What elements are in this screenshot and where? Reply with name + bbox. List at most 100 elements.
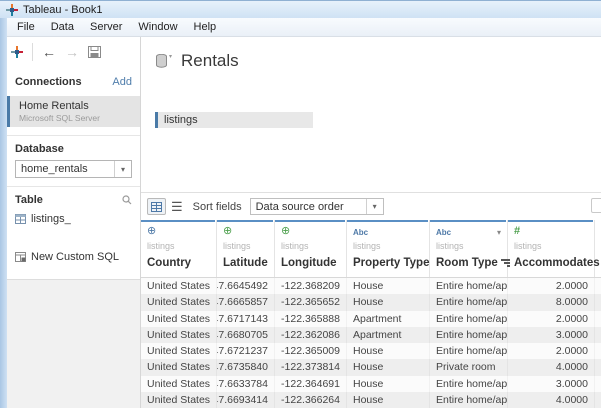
new-custom-sql-icon — [15, 252, 26, 262]
grid-cell: 47.6680705 — [217, 327, 275, 343]
connection-name: Home Rentals — [19, 100, 140, 112]
table-row: United States 47.6665857 -122.365652 Hou… — [141, 294, 601, 310]
string-type-icon: Abc — [353, 229, 368, 237]
number-type-icon: # — [514, 226, 520, 237]
column-header-country[interactable]: ⊕ listings Country — [141, 220, 217, 277]
sort-fields-label: Sort fields — [193, 201, 242, 213]
table-row: United States 47.6717143 -122.365888 Apa… — [141, 311, 601, 327]
column-table-name: listings — [514, 238, 588, 254]
grid-toolbar: ☰ Sort fields Data source order ▾ — [141, 193, 601, 220]
string-type-icon: Abc — [436, 229, 451, 237]
sidebar-item-listings[interactable]: listings_ — [7, 209, 140, 229]
grid-cell: Entire home/apt — [430, 392, 508, 408]
data-grid-pane: ☰ Sort fields Data source order ▾ ⊕ list… — [141, 192, 601, 408]
connections-sidebar: ← → Connections Add Home Rentals Microso… — [7, 37, 141, 408]
table-row: United States 47.6693414 -122.366264 Hou… — [141, 392, 601, 408]
rows-count-box-partial[interactable] — [591, 198, 601, 213]
database-selected-value: home_rentals — [16, 163, 114, 175]
column-header-latitude[interactable]: ⊕ listings Latitude — [217, 220, 275, 277]
grid-cell: -122.365652 — [275, 294, 347, 310]
grid-view-button[interactable] — [147, 198, 166, 215]
table-row: United States 47.6645492 -122.368209 Hou… — [141, 278, 601, 294]
datasource-page: ▾ Rentals listings ☰ Sort fi — [141, 37, 601, 408]
grid-cell: 47.6717143 — [217, 311, 275, 327]
grid-cell: House — [347, 359, 430, 375]
grid-cell: Apartment — [347, 327, 430, 343]
datasource-title[interactable]: Rentals — [181, 51, 239, 71]
sidebar-empty-area — [7, 279, 140, 408]
grid-cell: 2.0000 — [508, 278, 595, 294]
table-pill-label: listings — [158, 114, 198, 126]
column-name: Room Type — [436, 257, 498, 269]
grid-cell: House — [347, 392, 430, 408]
connection-subtitle: Microsoft SQL Server — [19, 113, 140, 123]
sort-order-select[interactable]: Data source order ▾ — [250, 198, 384, 215]
table-row: United States 47.6680705 -122.362086 Apa… — [141, 327, 601, 343]
save-icon[interactable] — [88, 46, 101, 58]
sidebar-item-label: listings_ — [31, 213, 71, 225]
tableau-logo-icon[interactable] — [11, 46, 23, 58]
join-canvas: listings — [141, 71, 601, 192]
grid-cell: United States — [141, 278, 217, 294]
grid-cell: 47.6645492 — [217, 278, 275, 294]
sort-order-value: Data source order — [251, 201, 366, 213]
grid-cell: -122.364691 — [275, 376, 347, 392]
table-pill-listings[interactable]: listings — [155, 112, 313, 128]
geographic-role-icon: ⊕ — [147, 226, 156, 237]
column-menu-caret-icon[interactable]: ▾ — [497, 229, 501, 237]
menu-window[interactable]: Window — [130, 19, 185, 35]
grid-cell: -122.365888 — [275, 311, 347, 327]
column-name: Latitude — [223, 257, 268, 269]
sidebar-toolbar: ← → — [7, 37, 140, 67]
metadata-view-button[interactable]: ☰ — [171, 200, 183, 213]
geographic-role-icon: ⊕ — [281, 226, 290, 237]
grid-cell: Apartment — [347, 311, 430, 327]
column-header-accommodates[interactable]: # listings Accommodates — [508, 220, 595, 277]
window-title: Tableau - Book1 — [23, 4, 103, 16]
toolbar-separator — [32, 43, 33, 61]
grid-cell: United States — [141, 327, 217, 343]
grid-cell: 3.0000 — [508, 327, 595, 343]
grid-cell: House — [347, 343, 430, 359]
grid-cell: Entire home/apt — [430, 311, 508, 327]
grid-cell: 4.0000 — [508, 359, 595, 375]
new-custom-sql-button[interactable]: New Custom SQL — [7, 247, 140, 267]
grid-cell: United States — [141, 294, 217, 310]
forward-arrow-icon[interactable]: → — [65, 45, 79, 59]
add-connection-link[interactable]: Add — [112, 76, 132, 88]
grid-cell: Entire home/apt — [430, 278, 508, 294]
database-header: Database — [7, 136, 140, 159]
database-select[interactable]: home_rentals ▾ — [15, 160, 132, 178]
column-table-name: listings — [147, 238, 210, 254]
column-header-property-type[interactable]: Abc listings Property Type — [347, 220, 430, 277]
geographic-role-icon: ⊕ — [223, 226, 232, 237]
menu-server[interactable]: Server — [82, 19, 130, 35]
grid-cell: Private room — [430, 359, 508, 375]
menu-help[interactable]: Help — [186, 19, 225, 35]
title-bar: Tableau - Book1 — [0, 0, 601, 18]
column-name: Country — [147, 257, 191, 269]
grid-cell: United States — [141, 359, 217, 375]
column-name: Longitude — [281, 257, 337, 269]
grid-cell: United States — [141, 392, 217, 408]
datasource-icon[interactable]: ▾ — [156, 54, 172, 68]
grid-cell: 47.6721237 — [217, 343, 275, 359]
tableau-logo-icon — [6, 4, 18, 16]
menu-data[interactable]: Data — [43, 19, 82, 35]
grid-cell: 2.0000 — [508, 343, 595, 359]
table-row: United States 47.6721237 -122.365009 Hou… — [141, 343, 601, 359]
back-arrow-icon[interactable]: ← — [42, 45, 56, 59]
menu-file[interactable]: File — [9, 19, 43, 35]
search-icon[interactable] — [122, 195, 132, 205]
grid-header-row: ⊕ listings Country ⊕ listings Latitude ⊕… — [141, 220, 601, 278]
connection-item-home-rentals[interactable]: Home Rentals Microsoft SQL Server — [7, 96, 140, 127]
grid-cell: Entire home/apt — [430, 327, 508, 343]
column-header-longitude[interactable]: ⊕ listings Longitude — [275, 220, 347, 277]
column-header-room-type[interactable]: Abc ▾ listings Room Type — [430, 220, 508, 277]
grid-cell: -122.366264 — [275, 392, 347, 408]
table-header: Table — [15, 194, 43, 206]
grid-cell: 47.6735840 — [217, 359, 275, 375]
grid-cell: United States — [141, 343, 217, 359]
grid-cell: -122.373814 — [275, 359, 347, 375]
grid-cell: United States — [141, 311, 217, 327]
